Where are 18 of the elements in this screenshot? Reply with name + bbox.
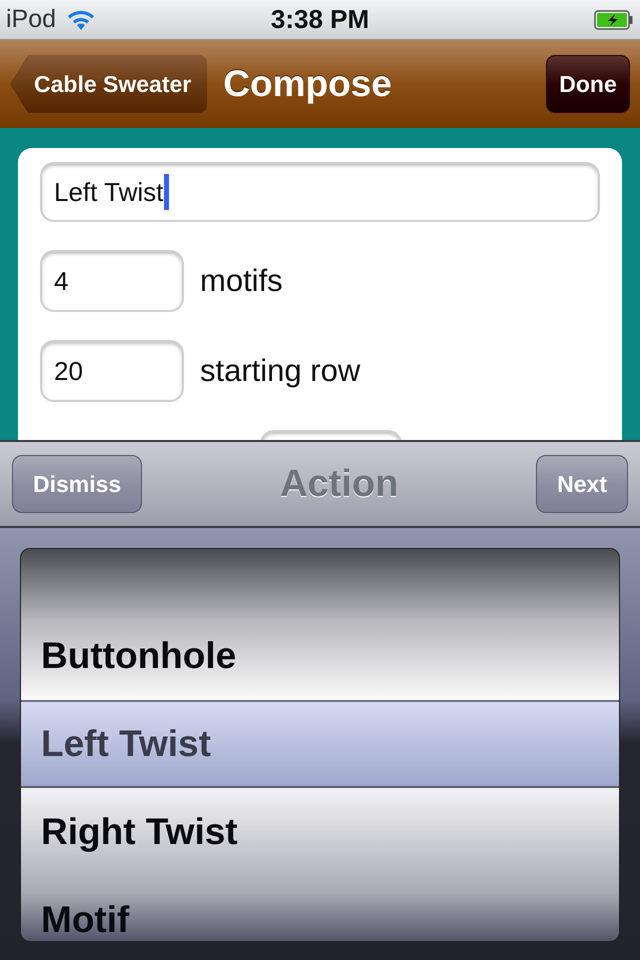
picker-option[interactable]: Left Twist: [21, 700, 619, 788]
name-field[interactable]: Left Twist: [40, 162, 600, 222]
number-field[interactable]: 20: [40, 340, 184, 402]
picker-option[interactable]: Right Twist: [21, 788, 619, 876]
number-field[interactable]: 4: [40, 250, 184, 312]
done-button[interactable]: Done: [546, 55, 630, 113]
back-button[interactable]: Cable Sweater: [10, 55, 208, 113]
picker-option[interactable]: Buttonhole: [21, 612, 619, 700]
toolbar-title: Action: [280, 462, 398, 506]
text-cursor: [164, 174, 170, 210]
field-label: starting row: [200, 353, 360, 389]
picker-wheel[interactable]: Buttonhole Left Twist Right Twist Motif: [20, 548, 620, 942]
picker-option[interactable]: Motif: [21, 876, 619, 941]
field-label: motifs: [200, 263, 283, 299]
clock-time: 3:38 PM: [270, 4, 370, 35]
carrier-name: iPod: [6, 5, 56, 34]
screen-title: Compose: [223, 63, 393, 105]
wifi-icon: [66, 8, 96, 30]
